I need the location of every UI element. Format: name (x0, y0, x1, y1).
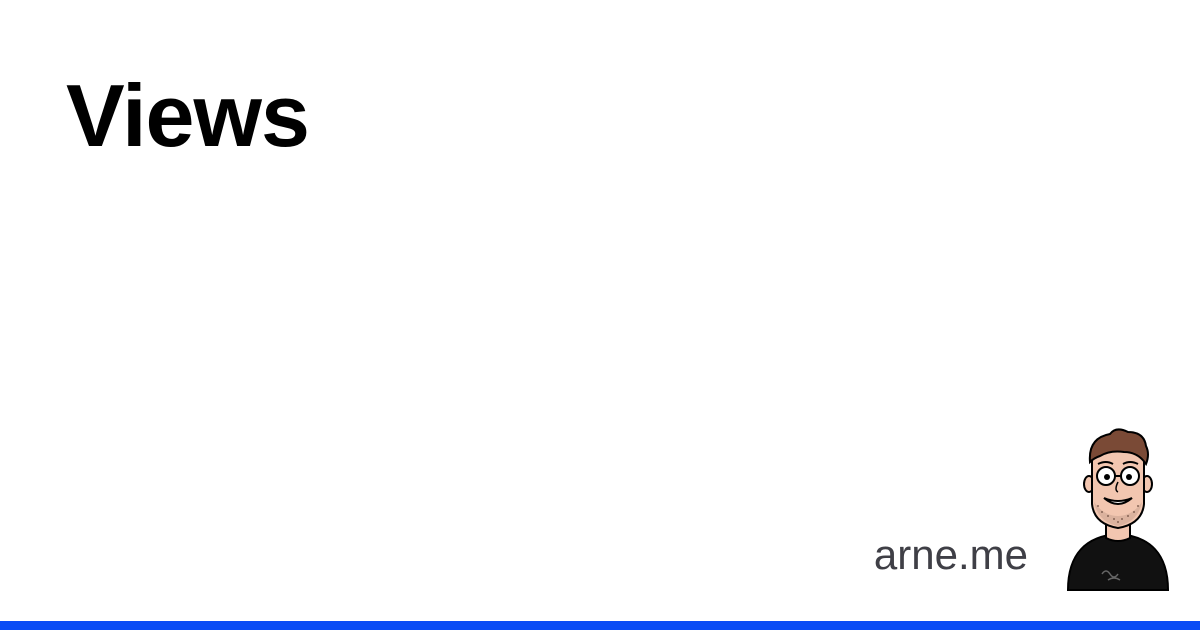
cartoon-portrait-icon (1066, 428, 1170, 591)
site-name: arne.me (873, 531, 1028, 578)
accent-bar (0, 621, 1200, 630)
og-card: Views arne.me (0, 0, 1200, 630)
avatar-shirt (1066, 532, 1170, 591)
page-title: Views (66, 66, 310, 165)
